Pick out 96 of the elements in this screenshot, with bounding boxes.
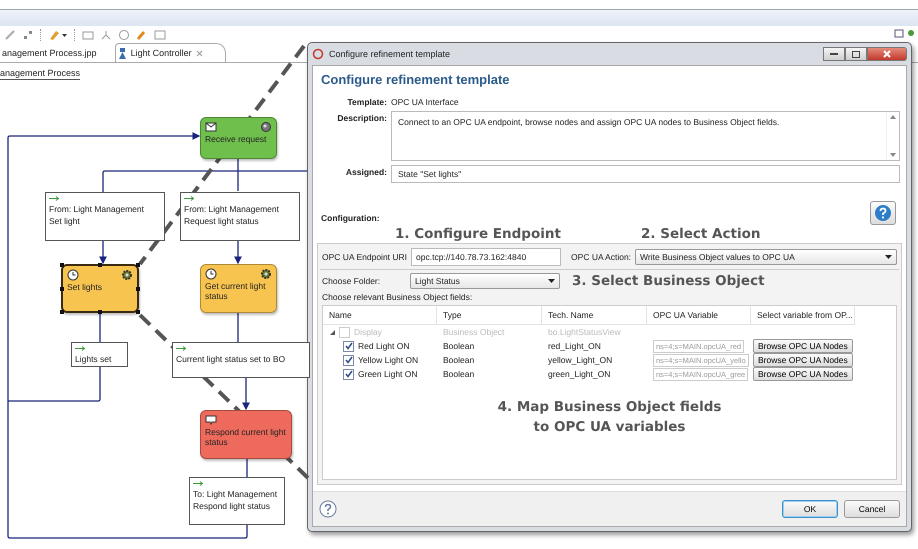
annotation-text: 2. Select Action [641, 226, 760, 242]
figure-icon [118, 48, 127, 58]
table-cell: Business Object [443, 327, 504, 337]
assigned-field[interactable]: State "Set lights" [391, 165, 900, 183]
arrow-icon [184, 196, 194, 201]
table-cell: yellow_Light_ON [548, 355, 612, 365]
app-icon [312, 48, 324, 60]
table-cell: green_Light_ON [548, 369, 610, 379]
globe-icon [260, 121, 272, 133]
close-button[interactable] [867, 47, 907, 61]
dialog-button[interactable]: OK [782, 500, 838, 518]
arrow-icon [75, 346, 85, 351]
field-label: Description: [336, 112, 387, 123]
field-label: OPC UA Action: [571, 252, 632, 262]
action-dropdown[interactable]: Write Business Object values to OPC UA [635, 249, 897, 265]
maximize-icon [852, 50, 860, 58]
message-text: Respond light status [193, 500, 272, 512]
column-header[interactable]: Type [437, 306, 542, 325]
column-header[interactable]: Select variable from OP... [751, 306, 855, 325]
speech-bubble-icon [205, 414, 217, 426]
column-header[interactable]: Name [323, 306, 437, 325]
node-label: Receive request [205, 134, 268, 144]
field-label: OPC UA Endpoint URI [322, 252, 408, 262]
node-label: Get current light status [205, 281, 266, 301]
field-label: Choose Folder: [322, 276, 382, 286]
folder-dropdown[interactable]: Light Status [410, 273, 560, 289]
layout-icon[interactable] [22, 29, 34, 41]
dialog-button[interactable]: Cancel [844, 500, 900, 518]
column-header[interactable]: OPC UA Variable [647, 306, 751, 325]
section-label: Configuration: [321, 213, 380, 223]
message-text: To: Light Management [193, 488, 278, 500]
table-cell: red_Light_ON [548, 341, 601, 351]
annotation-text: 3. Select Business Object [572, 273, 765, 289]
dropdown-arrow-icon [548, 279, 555, 283]
row-name: Yellow Light ON [358, 355, 418, 365]
process-node[interactable]: Receive request [200, 117, 277, 159]
envelope-icon [205, 121, 217, 133]
description-field[interactable]: Connect to an OPC UA endpoint, browse nodes and assign OPC UA nodes to Business Object fields. [391, 111, 900, 161]
column-header[interactable]: Tech. Name [542, 306, 647, 325]
minimize-icon [830, 52, 838, 56]
message-text: From: Light Management [49, 203, 145, 215]
breadcrumb[interactable]: anagement Process [0, 68, 80, 80]
node-label: Respond current light status [205, 427, 287, 447]
help-button[interactable] [870, 201, 896, 225]
message-text: Current light status set to BO [176, 353, 286, 365]
window-title: Configure refinement template [329, 49, 452, 59]
clock-icon [205, 268, 217, 280]
window-icon[interactable] [894, 28, 904, 38]
message-text: Request light status [184, 215, 260, 227]
message-text: Set light [49, 215, 81, 227]
section-label: Choose relevant Business Object fields: [322, 292, 474, 302]
circle-icon[interactable] [118, 29, 130, 41]
message-text: From: Light Management [184, 203, 280, 215]
maximize-button[interactable] [845, 47, 867, 61]
gear-icon [260, 268, 272, 280]
message-text: Lights set [75, 353, 112, 365]
scroll-down-icon[interactable] [890, 153, 896, 157]
table-cell: Boolean [443, 369, 474, 379]
image-icon[interactable] [82, 29, 94, 41]
field-label: Template: [346, 96, 387, 107]
editor-tab[interactable]: anagement Process.jpp [0, 44, 107, 62]
close-icon [883, 50, 891, 58]
help-icon[interactable] [319, 500, 337, 518]
table-cell: Boolean [443, 341, 474, 351]
annotation-text: 1. Configure Endpoint [395, 226, 562, 242]
dialog-heading: Configure refinement template [321, 72, 511, 87]
arrow-icon [176, 346, 186, 351]
close-icon[interactable] [196, 50, 203, 56]
fork-icon[interactable] [100, 29, 112, 41]
message-box[interactable]: Lights set [71, 342, 128, 367]
minimize-button[interactable] [823, 47, 845, 61]
message-box[interactable]: To: Light Management Respond light status [189, 477, 285, 525]
gear-icon [121, 269, 133, 281]
message-box[interactable]: Current light status set to BO [172, 342, 310, 378]
process-node[interactable]: Set lights [61, 264, 139, 313]
row-name: Green Light ON [358, 369, 418, 379]
table-cell: bo.LightStatusView [548, 327, 621, 337]
annotation-text: 4. Map Business Object fields to OPC UA variables [498, 398, 722, 437]
row-name: Red Light ON [358, 341, 410, 351]
table-cell: Boolean [443, 355, 474, 365]
arrow-icon [49, 196, 59, 201]
dropdown-arrow-icon [885, 255, 892, 259]
process-node[interactable]: Get current light status [200, 264, 277, 313]
process-node[interactable]: Respond current light status [200, 410, 292, 459]
pencil-icon[interactable] [4, 29, 16, 41]
clock-icon [67, 269, 79, 281]
scroll-up-icon[interactable] [890, 115, 896, 119]
template-name: OPC UA Interface [391, 96, 459, 107]
message-box[interactable]: From: Light Management Request light status [180, 192, 300, 241]
endpoint-field[interactable]: opc.tcp://140.78.73.162:4840 [411, 248, 562, 266]
field-label: Assigned: [344, 166, 387, 177]
row-name: Display [354, 327, 382, 337]
message-box[interactable]: From: Light Management Set light [45, 192, 165, 241]
editor-tab[interactable]: Light Controller [114, 43, 226, 62]
arrow-icon [193, 481, 203, 486]
node-label: Set lights [67, 282, 103, 292]
